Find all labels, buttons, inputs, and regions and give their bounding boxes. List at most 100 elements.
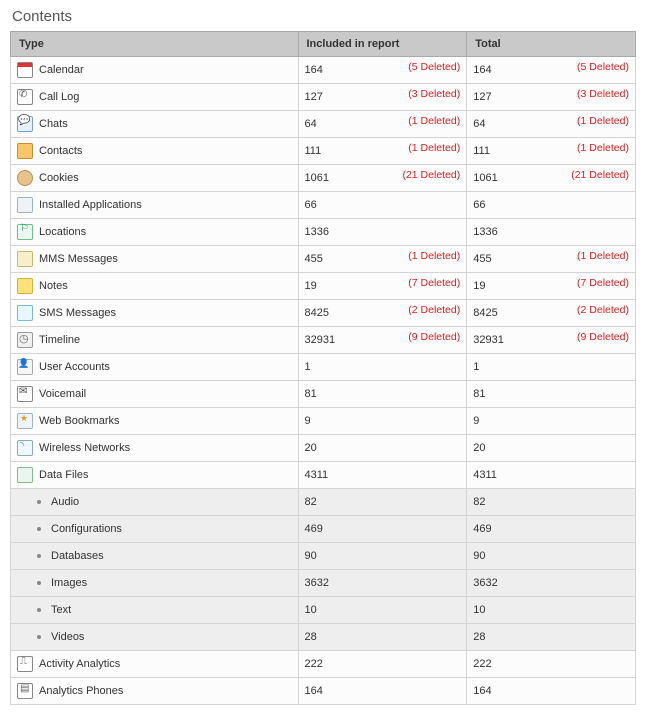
table-row[interactable]: SMS Messages8425(2 Deleted)8425(2 Delete… bbox=[11, 300, 636, 327]
cell-type: Cookies bbox=[11, 165, 299, 192]
total-value: 9 bbox=[473, 415, 479, 427]
sms-icon bbox=[17, 305, 33, 321]
cell-type: Wireless Networks bbox=[11, 435, 299, 462]
table-row[interactable]: Configurations469469 bbox=[11, 516, 636, 543]
cell-total: 127(3 Deleted) bbox=[467, 84, 636, 111]
included-value: 90 bbox=[305, 550, 317, 562]
cell-type: Timeline bbox=[11, 327, 299, 354]
row-label: Activity Analytics bbox=[39, 658, 120, 670]
cell-included: 20 bbox=[298, 435, 467, 462]
cell-included: 222 bbox=[298, 651, 467, 678]
table-row[interactable]: Audio8282 bbox=[11, 489, 636, 516]
total-value: 1336 bbox=[473, 226, 497, 238]
table-row[interactable]: Wireless Networks 20 20 bbox=[11, 435, 636, 462]
row-label: Installed Applications bbox=[39, 199, 142, 211]
total-deleted: (1 Deleted) bbox=[577, 142, 629, 154]
table-row[interactable]: Activity Analytics222222 bbox=[11, 651, 636, 678]
row-label: User Accounts bbox=[39, 361, 110, 373]
bullet-icon bbox=[37, 581, 41, 585]
row-label: Voicemail bbox=[39, 388, 86, 400]
cell-total: 82 bbox=[467, 489, 636, 516]
table-row[interactable]: Databases 90 90 bbox=[11, 543, 636, 570]
row-label: Contacts bbox=[39, 145, 82, 157]
cell-included: 90 bbox=[298, 543, 467, 570]
cell-type: Chats bbox=[11, 111, 299, 138]
cell-included: 66 bbox=[298, 192, 467, 219]
cell-type: Data Files bbox=[11, 462, 299, 489]
cell-total: 3632 bbox=[467, 570, 636, 597]
cell-type: Configurations bbox=[11, 516, 299, 543]
included-value: 127 bbox=[305, 91, 323, 103]
included-value: 20 bbox=[305, 442, 317, 454]
included-deleted: (1 Deleted) bbox=[408, 142, 460, 154]
included-deleted: (1 Deleted) bbox=[408, 115, 460, 127]
cell-total: 4311 bbox=[467, 462, 636, 489]
row-label: Notes bbox=[39, 280, 68, 292]
table-row[interactable]: Call Log127(3 Deleted)127(3 Deleted) bbox=[11, 84, 636, 111]
total-value: 81 bbox=[473, 388, 485, 400]
row-label: Web Bookmarks bbox=[39, 415, 120, 427]
table-row[interactable]: Notes 19(7 Deleted)19(7 Deleted) bbox=[11, 273, 636, 300]
row-label: Text bbox=[51, 604, 71, 616]
total-value: 32931 bbox=[473, 334, 504, 346]
cell-total: 19(7 Deleted) bbox=[467, 273, 636, 300]
table-row[interactable]: Images36323632 bbox=[11, 570, 636, 597]
cell-type: Contacts bbox=[11, 138, 299, 165]
row-label: Data Files bbox=[39, 469, 89, 481]
table-row[interactable]: Videos2828 bbox=[11, 624, 636, 651]
included-deleted: (1 Deleted) bbox=[408, 250, 460, 262]
included-value: 32931 bbox=[305, 334, 336, 346]
row-label: Chats bbox=[39, 118, 68, 130]
table-row[interactable]: Analytics Phones164164 bbox=[11, 678, 636, 705]
cell-total: 20 bbox=[467, 435, 636, 462]
table-row[interactable]: Cookies1061(21 Deleted)1061(21 Deleted) bbox=[11, 165, 636, 192]
included-value: 19 bbox=[305, 280, 317, 292]
cell-total: 164(5 Deleted) bbox=[467, 57, 636, 84]
table-row[interactable]: Voicemail 81 81 bbox=[11, 381, 636, 408]
table-row[interactable]: Data Files43114311 bbox=[11, 462, 636, 489]
included-value: 1336 bbox=[305, 226, 329, 238]
included-deleted: (9 Deleted) bbox=[408, 331, 460, 343]
bookmarks-icon bbox=[17, 413, 33, 429]
cell-total: 90 bbox=[467, 543, 636, 570]
cell-total: 66 bbox=[467, 192, 636, 219]
datafiles-icon bbox=[17, 467, 33, 483]
included-value: 82 bbox=[305, 496, 317, 508]
table-row[interactable]: Calendar164(5 Deleted)164(5 Deleted) bbox=[11, 57, 636, 84]
included-deleted: (5 Deleted) bbox=[408, 61, 460, 73]
total-value: 28 bbox=[473, 631, 485, 643]
table-row[interactable]: Web Bookmarks 9 9 bbox=[11, 408, 636, 435]
included-value: 81 bbox=[305, 388, 317, 400]
table-row[interactable]: Locations13361336 bbox=[11, 219, 636, 246]
cell-included: 64(1 Deleted) bbox=[298, 111, 467, 138]
cell-total: 32931(9 Deleted) bbox=[467, 327, 636, 354]
cell-total: 1336 bbox=[467, 219, 636, 246]
table-row[interactable]: Timeline32931(9 Deleted)32931(9 Deleted) bbox=[11, 327, 636, 354]
included-value: 3632 bbox=[305, 577, 329, 589]
total-value: 64 bbox=[473, 118, 485, 130]
table-header-row: Type Included in report Total bbox=[11, 32, 636, 57]
cell-type: Databases bbox=[11, 543, 299, 570]
cell-included: 1336 bbox=[298, 219, 467, 246]
bullet-icon bbox=[37, 527, 41, 531]
col-total[interactable]: Total bbox=[467, 32, 636, 57]
table-row[interactable]: Contacts111(1 Deleted)111(1 Deleted) bbox=[11, 138, 636, 165]
cell-included: 9 bbox=[298, 408, 467, 435]
cell-included: 455(1 Deleted) bbox=[298, 246, 467, 273]
table-row[interactable]: Chats64(1 Deleted)64(1 Deleted) bbox=[11, 111, 636, 138]
calendar-icon bbox=[17, 62, 33, 78]
included-value: 1 bbox=[305, 361, 311, 373]
table-row[interactable]: MMS Messages455(1 Deleted)455(1 Deleted) bbox=[11, 246, 636, 273]
cell-included: 19(7 Deleted) bbox=[298, 273, 467, 300]
col-included[interactable]: Included in report bbox=[298, 32, 467, 57]
table-row[interactable]: User Accounts11 bbox=[11, 354, 636, 381]
table-row[interactable]: Installed Applications 6666 bbox=[11, 192, 636, 219]
cell-total: 111(1 Deleted) bbox=[467, 138, 636, 165]
col-type[interactable]: Type bbox=[11, 32, 299, 57]
row-label: Wireless Networks bbox=[39, 442, 130, 454]
cell-total: 164 bbox=[467, 678, 636, 705]
cookies-icon bbox=[17, 170, 33, 186]
included-value: 9 bbox=[305, 415, 311, 427]
cell-type: Calendar bbox=[11, 57, 299, 84]
total-value: 469 bbox=[473, 523, 491, 535]
